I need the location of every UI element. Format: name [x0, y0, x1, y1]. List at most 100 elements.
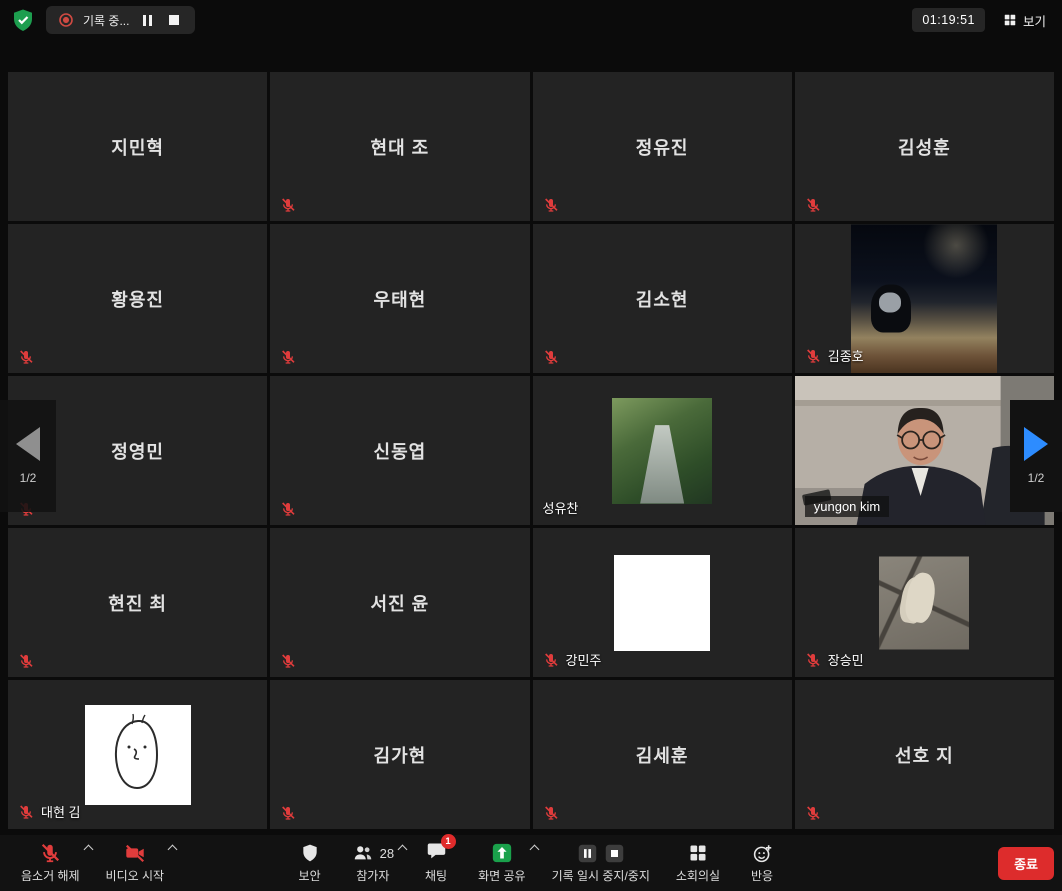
participant-name-center: 정유진: [533, 72, 792, 221]
participant-name-bottom: yungon kim: [805, 496, 889, 517]
security-button[interactable]: 보안: [281, 837, 339, 889]
tile-status-bar: 강민주: [543, 650, 602, 669]
tile-status-bar: [805, 197, 821, 213]
tile-status-bar: [280, 197, 296, 213]
participant-tile[interactable]: 김가현: [270, 680, 529, 829]
participant-tile[interactable]: 강민주: [533, 528, 792, 677]
stop-recording-icon[interactable]: [604, 843, 625, 864]
reactions-button[interactable]: 반응: [733, 837, 791, 889]
chevron-up-icon[interactable]: [398, 845, 408, 855]
participant-tile[interactable]: 현대 조: [270, 72, 529, 221]
participants-count: 28: [380, 846, 394, 861]
page-indicator: 1/2: [1028, 471, 1045, 485]
participant-tile[interactable]: 김소현: [533, 224, 792, 373]
pause-icon: [143, 15, 152, 26]
camera-muted-icon: [124, 842, 146, 864]
face-drawing: [85, 705, 191, 805]
muted-mic-icon: [280, 349, 296, 365]
share-screen-label: 화면 공유: [478, 867, 526, 884]
security-shield-icon[interactable]: [10, 7, 36, 33]
participant-tile[interactable]: 김세훈: [533, 680, 792, 829]
participant-name-center: 신동엽: [270, 376, 529, 525]
view-button[interactable]: 보기: [997, 7, 1052, 34]
muted-mic-icon: [18, 349, 34, 365]
participant-tile[interactable]: 신동엽: [270, 376, 529, 525]
tile-status-bar: [18, 653, 34, 669]
participant-tile[interactable]: 정유진: [533, 72, 792, 221]
page-indicator: 1/2: [20, 471, 37, 485]
stop-icon: [169, 15, 179, 25]
chevron-up-icon[interactable]: [529, 845, 539, 855]
participant-name-center: 김소현: [533, 224, 792, 373]
participant-name-center: 서진 윤: [270, 528, 529, 677]
participant-tile[interactable]: 장승민: [795, 528, 1054, 677]
participant-tile[interactable]: 선호 지: [795, 680, 1054, 829]
participant-tile[interactable]: 성유찬: [533, 376, 792, 525]
participant-name-bottom: 강민주: [566, 650, 602, 669]
top-bar: 기록 중... 01:19:51 보기: [0, 0, 1062, 40]
tile-status-bar: 성유찬: [543, 498, 579, 517]
participant-name-center: 김세훈: [533, 680, 792, 829]
tile-status-bar: [18, 349, 34, 365]
muted-mic-icon: [280, 197, 296, 213]
shield-icon: [300, 843, 320, 863]
participant-tile[interactable]: 서진 윤: [270, 528, 529, 677]
share-screen-icon: [491, 842, 513, 864]
grid-view-icon: [1003, 13, 1017, 27]
record-dot-icon: [58, 12, 74, 28]
share-screen-button[interactable]: 화면 공유: [465, 837, 539, 889]
prev-page-button[interactable]: 1/2: [0, 400, 56, 512]
stop-recording-button[interactable]: [165, 11, 183, 29]
chat-button[interactable]: 1 채팅: [407, 837, 465, 889]
breakout-rooms-icon: [688, 843, 708, 863]
video-thumbnail: [612, 398, 712, 504]
reactions-icon: [752, 843, 773, 864]
pause-recording-icon[interactable]: [577, 843, 598, 864]
participant-tile[interactable]: 김성훈: [795, 72, 1054, 221]
security-label: 보안: [299, 867, 321, 884]
view-label: 보기: [1023, 11, 1046, 30]
record-control-button[interactable]: 기록 일시 중지/중지: [539, 837, 663, 889]
recording-indicator: 기록 중...: [46, 6, 195, 34]
participant-tile[interactable]: 지민혁: [8, 72, 267, 221]
participant-tile[interactable]: 대현 김: [8, 680, 267, 829]
participants-button[interactable]: 28 참가자: [339, 837, 407, 889]
muted-mic-icon: [18, 653, 34, 669]
participant-name-center: 황용진: [8, 224, 267, 373]
participant-tile[interactable]: 우태현: [270, 224, 529, 373]
breakout-rooms-button[interactable]: 소회의실: [663, 837, 733, 889]
participant-name-center: 김가현: [270, 680, 529, 829]
start-video-button[interactable]: 비디오 시작: [93, 837, 178, 889]
participant-name-center: 선호 지: [795, 680, 1054, 829]
muted-mic-icon: [543, 197, 559, 213]
unmute-label: 음소거 해제: [21, 867, 80, 884]
recording-label: 기록 중...: [83, 12, 129, 29]
participant-tile[interactable]: 현진 최: [8, 528, 267, 677]
tile-status-bar: 대현 김: [18, 802, 81, 821]
tile-status-bar: [543, 197, 559, 213]
participant-name-bottom: 장승민: [828, 650, 864, 669]
muted-mic-icon: [18, 804, 34, 820]
start-video-label: 비디오 시작: [106, 867, 165, 884]
tile-status-bar: [280, 349, 296, 365]
chevron-up-icon[interactable]: [168, 845, 178, 855]
video-thumbnail: [614, 555, 710, 651]
next-page-button[interactable]: 1/2: [1010, 400, 1062, 512]
participant-name-center: 김성훈: [795, 72, 1054, 221]
chevron-up-icon[interactable]: [83, 845, 93, 855]
muted-mic-icon: [543, 805, 559, 821]
participant-tile[interactable]: 김종호: [795, 224, 1054, 373]
tile-status-bar: [280, 805, 296, 821]
tile-status-bar: [543, 349, 559, 365]
unmute-button[interactable]: 음소거 해제: [8, 837, 93, 889]
participant-grid: 지민혁 현대 조 정유진 김성훈: [8, 72, 1054, 829]
tile-status-bar: yungon kim: [805, 496, 889, 517]
participant-name-center: 현대 조: [270, 72, 529, 221]
pause-recording-button[interactable]: [138, 11, 156, 29]
chevron-right-icon: [1024, 427, 1048, 461]
video-thumbnail: [851, 224, 997, 373]
chat-label: 채팅: [425, 867, 447, 884]
tile-status-bar: [280, 653, 296, 669]
participant-tile[interactable]: 황용진: [8, 224, 267, 373]
end-button[interactable]: 종료: [998, 847, 1054, 880]
